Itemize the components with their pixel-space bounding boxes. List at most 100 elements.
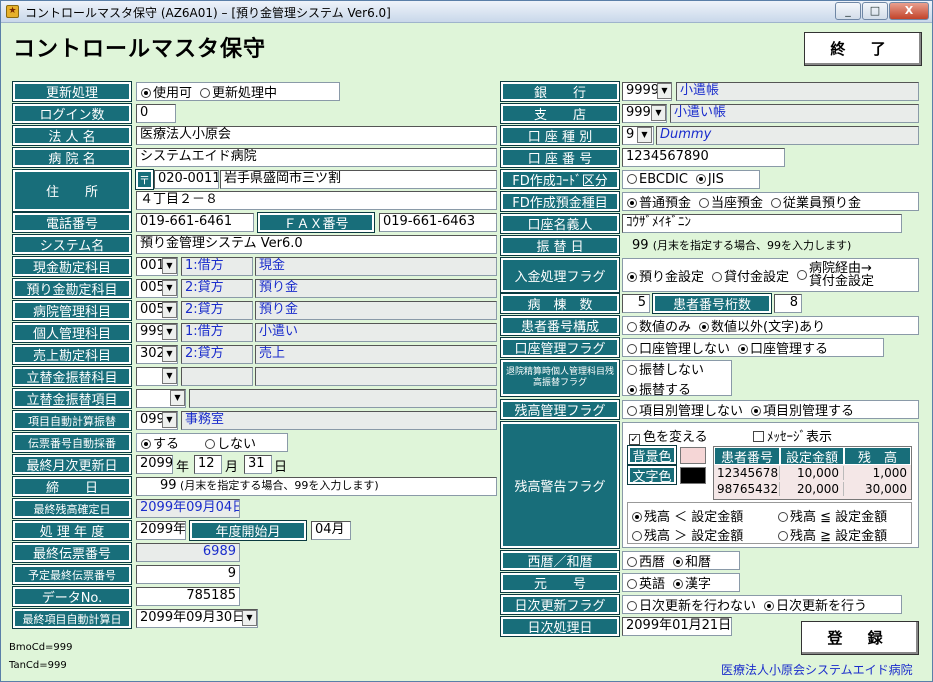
deposit-type-radio-employee[interactable]: 従業員預り金	[771, 192, 861, 211]
chevron-down-icon[interactable]: ▼	[637, 127, 652, 143]
warn-color-checkbox[interactable]: ✓ 色を変える	[629, 426, 708, 445]
chevron-down-icon[interactable]: ▼	[162, 412, 177, 428]
slip-auto-radio-yes[interactable]: する	[141, 433, 179, 452]
update-radio-updating[interactable]: 更新処理中	[200, 82, 277, 101]
register-button[interactable]: 登 録	[801, 621, 919, 655]
data-no-field[interactable]: 785185	[136, 587, 240, 606]
chevron-down-icon[interactable]: ▼	[657, 83, 672, 99]
transfer-day-field[interactable]: 99 (月末を指定する場合、99を入力します)	[632, 237, 851, 253]
last-slip-field: 6989	[136, 543, 240, 562]
composition-radio-numeric[interactable]: 数値のみ	[627, 316, 691, 335]
daily-date-field[interactable]: 2099年01月21日	[622, 617, 732, 636]
patient-digits-field[interactable]: 8	[774, 294, 802, 313]
last-auto-calc-select[interactable]: 2099年09月30日	[136, 609, 258, 628]
last-monthly-year-field[interactable]: 2099	[136, 455, 173, 474]
fiscal-year-field[interactable]: 2099年	[136, 521, 186, 540]
fd-code-label: FD作成ｺｰﾄﾞ区分	[500, 169, 620, 190]
gengo-radio-english[interactable]: 英語	[627, 573, 665, 592]
main-window: ★ コントロールマスタ保守 (AZ6A01) – [預り金管理システム Ver6…	[0, 0, 933, 682]
retirement-radio-no[interactable]: 振替しない	[627, 359, 704, 378]
chevron-down-icon[interactable]: ▼	[162, 258, 177, 274]
update-radio-enabled[interactable]: 使用可	[141, 82, 192, 101]
bg-color-swatch[interactable]	[680, 447, 706, 464]
hospital-name-field[interactable]: システムエイド病院	[136, 148, 497, 167]
account-kind-field: 1:借方	[181, 257, 253, 276]
account-mgmt-radio-group: 口座管理しない 口座管理する	[622, 338, 884, 357]
system-name-field[interactable]: 預り金管理システム Ver6.0	[136, 235, 497, 254]
account-holder-field[interactable]: ｺｳｻﾞﾒｲｷﾞﾆﾝ	[622, 214, 902, 233]
chevron-down-icon[interactable]: ▼	[162, 346, 177, 362]
last-slip-label: 最終伝票番号	[12, 542, 132, 563]
account-kind-field: 2:貸方	[181, 301, 253, 320]
balance-mgmt-radio-yes[interactable]: 項目別管理する	[751, 400, 854, 419]
address2-field[interactable]: ４丁目２－８	[136, 191, 497, 210]
ward-count-label: 病 棟 数	[500, 293, 620, 314]
chevron-down-icon[interactable]: ▼	[651, 105, 666, 121]
fg-color-swatch[interactable]	[680, 467, 706, 484]
gengo-radio-kanji[interactable]: 漢字	[673, 573, 711, 592]
condition-radio-le[interactable]: 残高 ≦ 設定金額	[778, 506, 887, 525]
balance-mgmt-radio-no[interactable]: 項目別管理しない	[627, 400, 743, 419]
fiscal-start-label: 年度開始月	[189, 520, 307, 541]
tel-field[interactable]: 019-661-6461	[136, 213, 254, 232]
chevron-down-icon[interactable]: ▼	[162, 280, 177, 296]
era-radio-group: 西暦 和暦	[622, 551, 740, 570]
era-radio-japanese[interactable]: 和暦	[673, 551, 711, 570]
slip-auto-radio-no[interactable]: しない	[205, 433, 256, 452]
condition-radio-lt[interactable]: 残高 ＜ 設定金額	[632, 506, 743, 525]
account-no-field[interactable]: 1234567890	[622, 148, 785, 167]
maximize-button[interactable]: □	[862, 2, 888, 20]
row-patient-no[interactable]: 12345678	[714, 466, 780, 480]
chevron-down-icon[interactable]: ▼	[162, 368, 177, 384]
daily-update-radio-yes[interactable]: 日次更新を行う	[764, 595, 867, 614]
planned-slip-field[interactable]: 9	[136, 565, 240, 584]
chevron-down-icon[interactable]: ▼	[162, 324, 177, 340]
condition-radio-gt[interactable]: 残高 ＞ 設定金額	[632, 525, 743, 544]
address1-field[interactable]: 岩手県盛岡市三ツ割	[220, 170, 497, 189]
row-patient-no[interactable]: 98765432	[714, 482, 780, 496]
corp-name-field[interactable]: 医療法人小原会	[136, 126, 497, 145]
row-setting-amount[interactable]: 10,000	[780, 466, 844, 480]
condition-radio-ge[interactable]: 残高 ≧ 設定金額	[778, 525, 887, 544]
chevron-down-icon[interactable]: ▼	[162, 302, 177, 318]
fiscal-start-field[interactable]: 04月	[311, 521, 351, 540]
account-mgmt-radio-no[interactable]: 口座管理しない	[627, 338, 730, 357]
composition-radio-alnum[interactable]: 数値以外(文字)あり	[699, 316, 825, 335]
daily-update-radio-group: 日次更新を行わない 日次更新を行う	[622, 595, 902, 614]
last-monthly-day-field[interactable]: 31	[244, 455, 272, 474]
deposit-flag-radio-deposit[interactable]: 預り金設定	[627, 266, 704, 285]
chevron-down-icon[interactable]: ▼	[170, 390, 185, 406]
account-row-label: 預り金勘定科目	[12, 278, 132, 299]
gengo-label: 元 号	[500, 572, 620, 593]
tan-code: TanCd=999	[9, 660, 67, 671]
close-day-note: (月末を指定する場合、99を入力します)	[180, 479, 379, 492]
close-button[interactable]: X	[889, 2, 929, 20]
fd-code-radio-ebcdic[interactable]: EBCDIC	[627, 172, 688, 187]
deposit-type-radio-current[interactable]: 当座預金	[699, 192, 763, 211]
fax-field[interactable]: 019-661-6463	[379, 213, 497, 232]
login-count-field[interactable]: 0	[136, 104, 176, 123]
exit-button[interactable]: 終 了	[804, 32, 922, 66]
close-day-field[interactable]: 99 (月末を指定する場合、99を入力します)	[136, 477, 497, 496]
last-monthly-month-field[interactable]: 12	[194, 455, 222, 474]
ward-count-field[interactable]: 5	[622, 294, 650, 313]
bank-label: 銀 行	[500, 81, 620, 102]
minimize-button[interactable]: _	[835, 2, 861, 20]
account-type-name-field: Dummy	[656, 126, 919, 145]
warn-message-checkbox[interactable]: ﾒｯｾｰｼﾞ表示	[753, 426, 832, 445]
retirement-radio-yes[interactable]: 振替する	[627, 379, 691, 398]
close-day-label: 締 日	[12, 476, 132, 497]
account-mgmt-radio-yes[interactable]: 口座管理する	[738, 338, 828, 357]
chevron-down-icon[interactable]: ▼	[242, 610, 257, 626]
zip-field[interactable]: 020-0011	[154, 170, 219, 189]
deposit-type-radio-ordinary[interactable]: 普通預金	[627, 192, 691, 211]
footer-org-name: 医療法人小原会システムエイド病院	[721, 663, 913, 677]
patient-digits-label: 患者番号桁数	[652, 293, 772, 314]
daily-update-radio-no[interactable]: 日次更新を行わない	[627, 595, 756, 614]
deposit-flag-radio-loan[interactable]: 貸付金設定	[712, 266, 789, 285]
era-radio-western[interactable]: 西暦	[627, 551, 665, 570]
transfer-day-label: 振 替 日	[500, 235, 620, 256]
fd-code-radio-jis[interactable]: JIS	[695, 172, 724, 187]
deposit-flag-radio-hospital[interactable]: 病院経由→ 貸付金設定	[797, 262, 874, 288]
row-setting-amount[interactable]: 20,000	[780, 482, 844, 496]
